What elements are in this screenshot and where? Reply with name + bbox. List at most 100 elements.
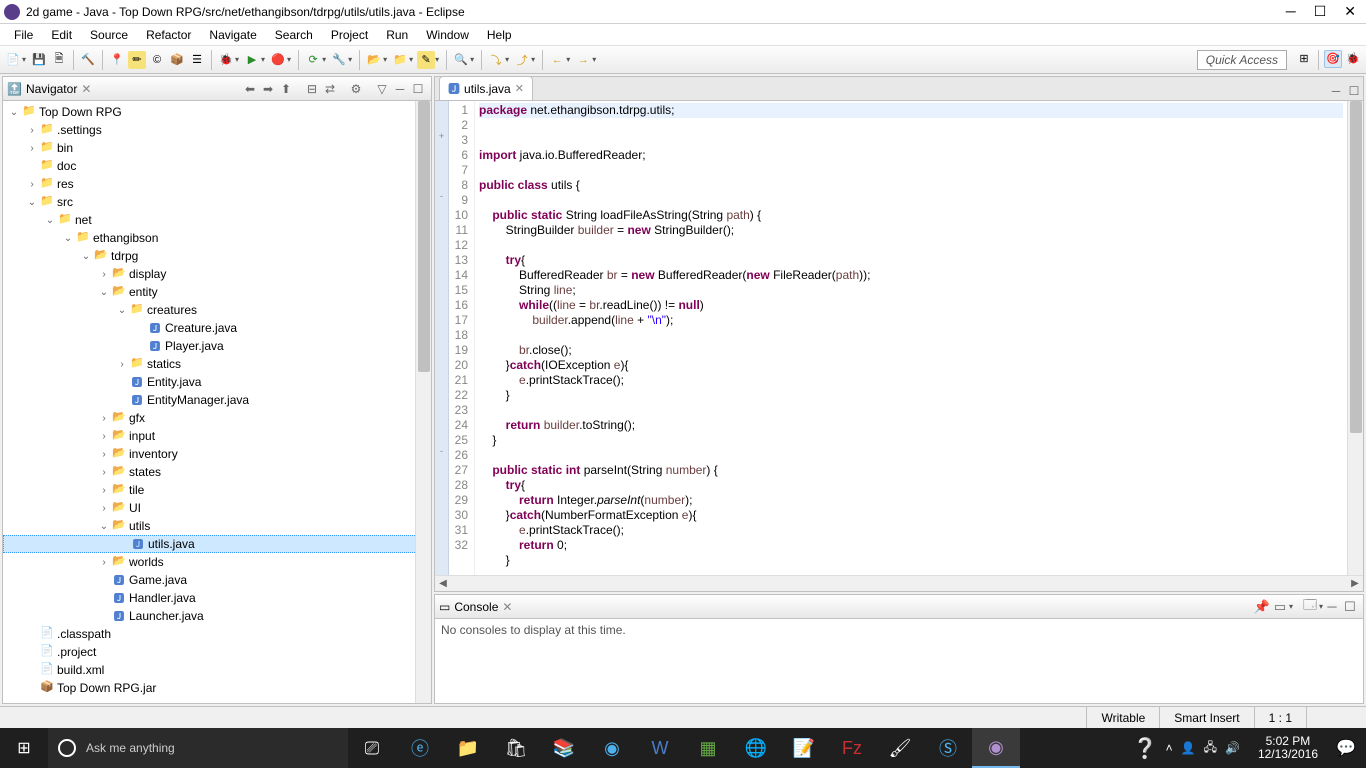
debug-perspective-button[interactable]: 🐞 (1344, 50, 1362, 68)
tree-item[interactable]: 📄.classpath (3, 625, 431, 643)
prev-annotation-button[interactable]: ⤴ (513, 51, 531, 69)
maximize-button[interactable]: ☐ (1314, 3, 1327, 20)
nav-forward-button[interactable]: ➡ (259, 80, 277, 98)
console-minimize-button[interactable]: ─ (1323, 598, 1341, 616)
tree-item[interactable]: ›📂UI (3, 499, 431, 517)
java-perspective-button[interactable]: 🎯 (1324, 50, 1342, 68)
editor-vscrollbar[interactable] (1347, 101, 1363, 575)
console-close-icon[interactable]: ✕ (502, 600, 512, 614)
hscroll-right-icon[interactable]: ▶ (1347, 578, 1363, 589)
tree-item[interactable]: 📁doc (3, 157, 431, 175)
tree-item[interactable]: 📄build.xml (3, 661, 431, 679)
notifications-button[interactable]: 💬 (1326, 728, 1366, 768)
taskbar-app-store[interactable]: 🛍 (492, 728, 540, 768)
coverage-button[interactable]: 🔴 (269, 51, 287, 69)
nav-back-button[interactable]: ⬅ (241, 80, 259, 98)
toggle-breadcrumb-button[interactable]: 📍 (108, 51, 126, 69)
taskbar-app-minecraft[interactable]: ▦ (684, 728, 732, 768)
tree-item[interactable]: 🅹Game.java (3, 571, 431, 589)
tree-item[interactable]: 🅹EntityManager.java (3, 391, 431, 409)
next-annotation-button[interactable]: ⤵ (487, 51, 505, 69)
tree-item[interactable]: ›📂display (3, 265, 431, 283)
tray-help-icon[interactable]: ❔ (1133, 736, 1158, 761)
taskbar-app-filezilla[interactable]: Fz (828, 728, 876, 768)
tree-item[interactable]: ›📁bin (3, 139, 431, 157)
tree-item[interactable]: 🅹Creature.java (3, 319, 431, 337)
task-view-button[interactable]: ⎚ (348, 728, 396, 768)
taskbar-app-edge[interactable]: ⓔ (396, 728, 444, 768)
tree-item[interactable]: ›📂gfx (3, 409, 431, 427)
save-all-button[interactable]: 🗎 (50, 51, 68, 69)
editor-minimize-button[interactable]: ─ (1327, 82, 1345, 100)
tree-item[interactable]: 🅹utils.java (3, 535, 431, 553)
tree-item[interactable]: ⌄📁ethangibson (3, 229, 431, 247)
menu-edit[interactable]: Edit (43, 26, 80, 44)
editor-tab-utils[interactable]: 🅹 utils.java ✕ (439, 76, 533, 100)
tree-item[interactable]: ›📁res (3, 175, 431, 193)
tree-item[interactable]: ⌄📁src (3, 193, 431, 211)
pin-console-button[interactable]: 📌 (1253, 598, 1271, 616)
menu-source[interactable]: Source (82, 26, 136, 44)
run-last-button[interactable]: ⟳ (304, 51, 322, 69)
nav-up-button[interactable]: ⬆ (277, 80, 295, 98)
taskbar-app-chrome[interactable]: 🌐 (732, 728, 780, 768)
menu-run[interactable]: Run (378, 26, 416, 44)
external-tools-button[interactable]: 🔧 (330, 51, 348, 69)
tree-item[interactable]: ›📁statics (3, 355, 431, 373)
minimize-button[interactable]: ─ (1286, 3, 1296, 20)
tree-item[interactable]: ›📁.settings (3, 121, 431, 139)
editor-hscrollbar[interactable]: ◀ ▶ (435, 575, 1363, 591)
menu-window[interactable]: Window (418, 26, 477, 44)
save-button[interactable]: 💾 (30, 51, 48, 69)
menu-help[interactable]: Help (479, 26, 520, 44)
quick-access[interactable]: Quick Access (1197, 50, 1287, 70)
taskbar-search[interactable]: Ask me anything (48, 728, 348, 768)
maximize-view-button[interactable]: ☐ (409, 80, 427, 98)
open-console-button[interactable]: 🗔 (1301, 598, 1319, 616)
tree-item[interactable]: 🅹Player.java (3, 337, 431, 355)
editor-code[interactable]: package net.ethangibson.tdrpg.utils; imp… (475, 101, 1347, 575)
tree-item[interactable]: ›📂states (3, 463, 431, 481)
display-console-button[interactable]: ▭ (1271, 598, 1289, 616)
minimize-view-button[interactable]: ─ (391, 80, 409, 98)
taskbar-app-gimp[interactable]: 🖌 (876, 728, 924, 768)
outline-button[interactable]: ☰ (188, 51, 206, 69)
close-button[interactable]: ✕ (1344, 3, 1356, 20)
tree-item[interactable]: ⌄📁net (3, 211, 431, 229)
navigator-close-icon[interactable]: ✕ (81, 82, 91, 96)
console-maximize-button[interactable]: ☐ (1341, 598, 1359, 616)
tree-item[interactable]: ›📂inventory (3, 445, 431, 463)
tree-item[interactable]: ›📂worlds (3, 553, 431, 571)
tray[interactable]: ❔ ˄ 👤 🖧 🔊 (1123, 736, 1250, 761)
taskbar-app-eclipse[interactable]: ◉ (972, 728, 1020, 768)
view-menu-button[interactable]: ▽ (373, 80, 391, 98)
package-button[interactable]: 📦 (168, 51, 186, 69)
tree-item[interactable]: ⌄📁creatures (3, 301, 431, 319)
navigator-scrollbar[interactable] (415, 101, 431, 703)
menu-file[interactable]: File (6, 26, 41, 44)
tree-item[interactable]: ›📂tile (3, 481, 431, 499)
taskbar-app-drive[interactable]: ◉ (588, 728, 636, 768)
open-perspective-button[interactable]: ⊞ (1295, 50, 1313, 68)
forward-button[interactable]: → (574, 51, 592, 69)
taskbar-app-skype[interactable]: Ⓢ (924, 728, 972, 768)
build-button[interactable]: 🔨 (79, 51, 97, 69)
taskbar-app-winrar[interactable]: 📚 (540, 728, 588, 768)
tray-network-icon[interactable]: 🖧 (1204, 738, 1217, 759)
taskbar-clock[interactable]: 5:02 PM 12/13/2016 (1250, 735, 1326, 761)
editor-maximize-button[interactable]: ☐ (1345, 82, 1363, 100)
edit-button[interactable]: ✏ (128, 51, 146, 69)
menu-search[interactable]: Search (267, 26, 321, 44)
tree-item[interactable]: 🅹Entity.java (3, 373, 431, 391)
tree-item[interactable]: ⌄📂entity (3, 283, 431, 301)
editor-gutter[interactable]: 1236789101112131415161718192021222324252… (449, 101, 475, 575)
run-button[interactable]: ▶ (243, 51, 261, 69)
new-button[interactable]: 📄 (4, 51, 22, 69)
start-button[interactable]: ⊞ (0, 728, 48, 768)
new-project-button[interactable]: 📂 (365, 51, 383, 69)
debug-button[interactable]: 🐞 (217, 51, 235, 69)
tree-item[interactable]: ⌄📂utils (3, 517, 431, 535)
editor-ruler[interactable]: +-- (435, 101, 449, 575)
tab-close-icon[interactable]: ✕ (515, 82, 524, 95)
search-button[interactable]: 🔍 (452, 51, 470, 69)
